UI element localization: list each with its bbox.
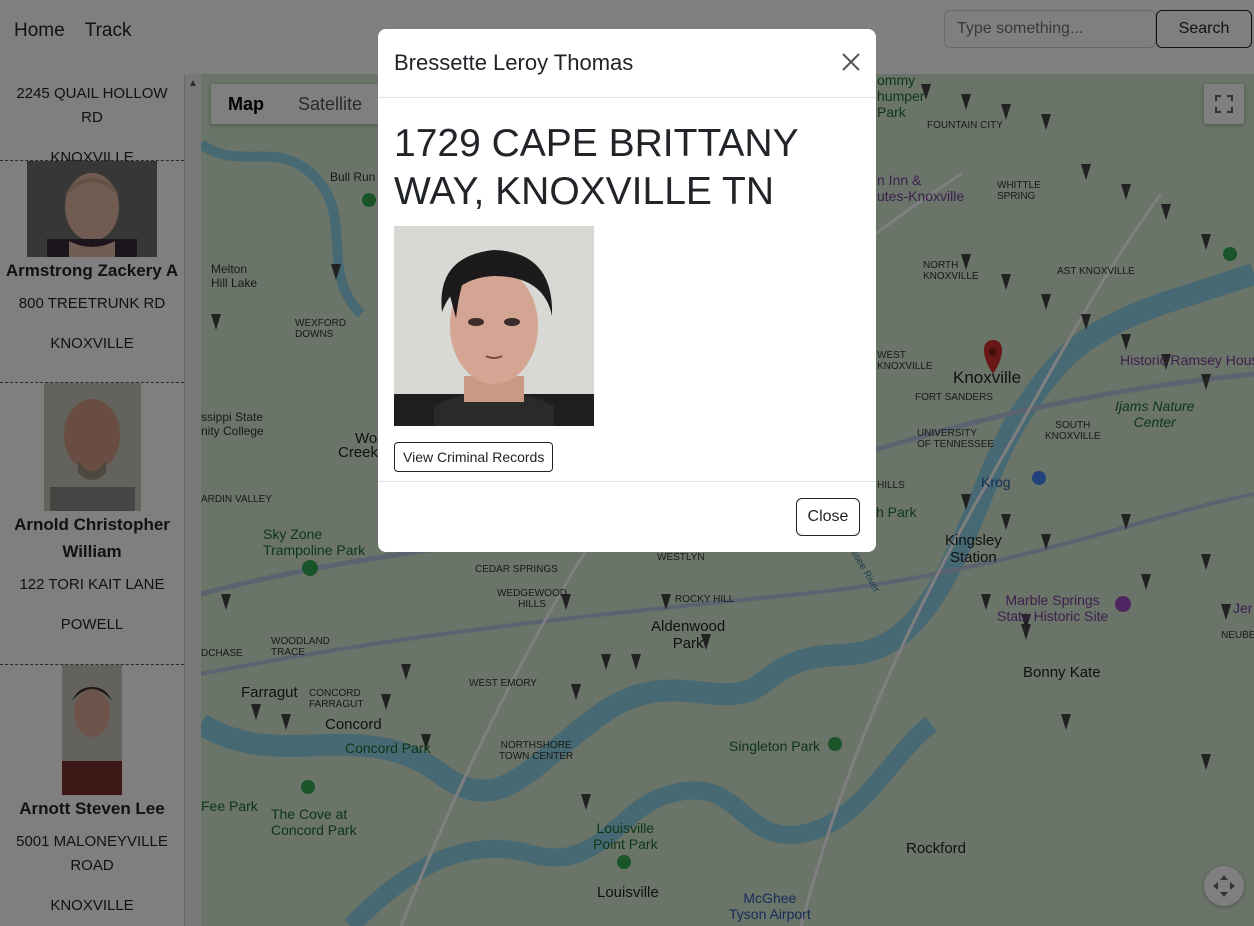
modal-body: 1729 CAPE BRITTANY WAY, KNOXVILLE TN Vie… (378, 98, 876, 482)
modal-title: Bressette Leroy Thomas (394, 50, 634, 75)
view-criminal-records-button[interactable]: View Criminal Records (394, 442, 554, 472)
modal-footer: Close (378, 482, 876, 552)
offender-modal: Bressette Leroy Thomas 1729 CAPE BRITTAN… (378, 29, 876, 552)
page: Home Track Search 2245 QUAIL HOLLOW RD K… (0, 0, 1254, 926)
offender-mugshot (394, 226, 594, 426)
modal-header: Bressette Leroy Thomas (378, 29, 876, 98)
close-icon[interactable] (840, 51, 862, 73)
offender-address: 1729 CAPE BRITTANY WAY, KNOXVILLE TN (394, 122, 798, 213)
close-button[interactable]: Close (796, 498, 860, 536)
